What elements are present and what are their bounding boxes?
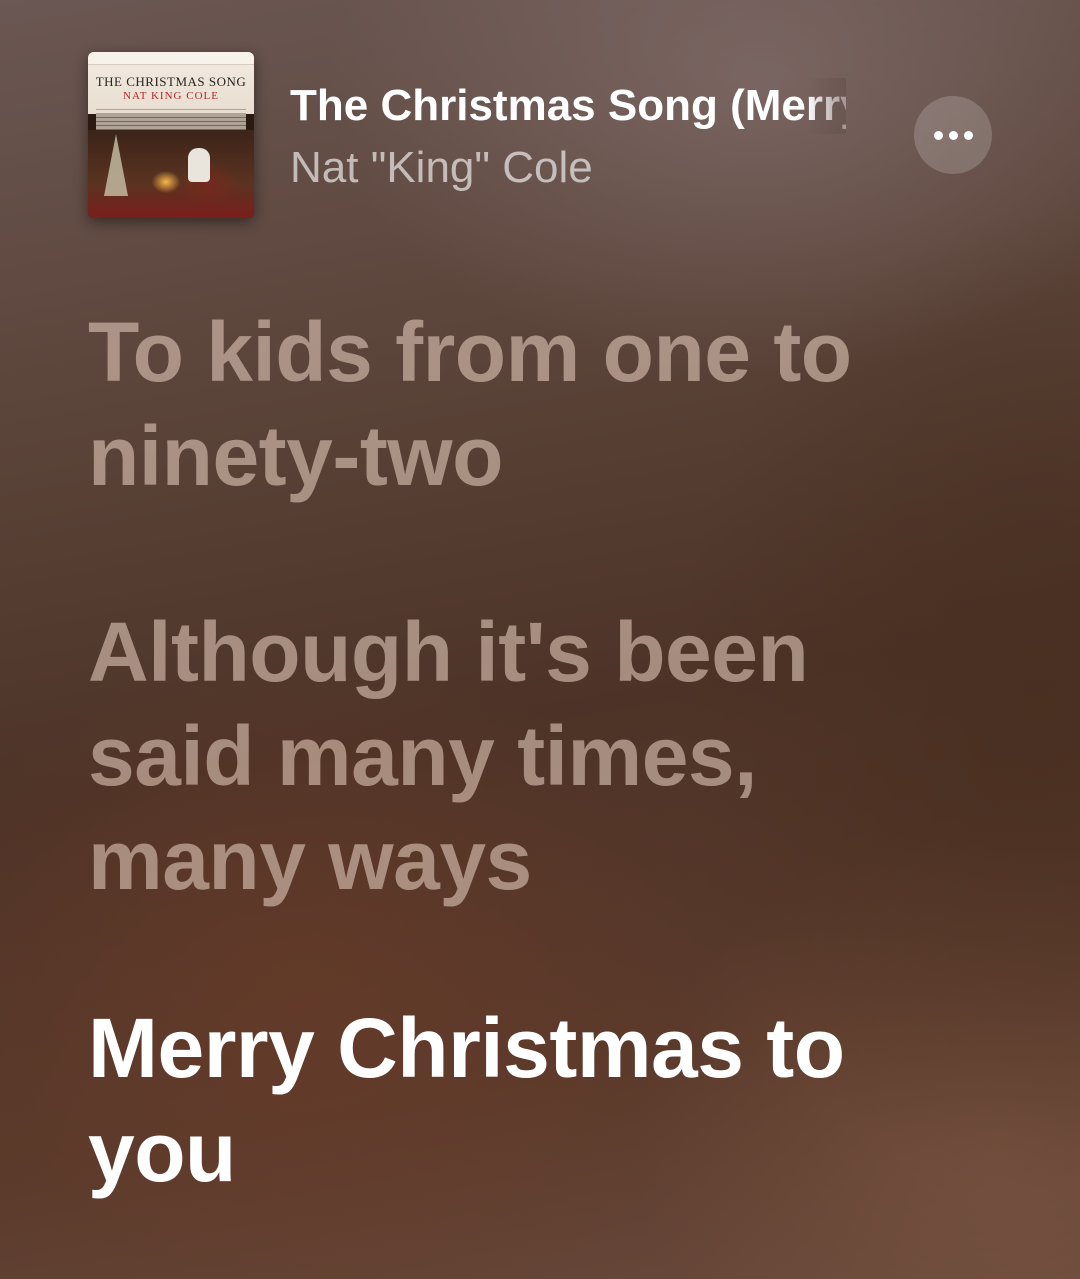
artwork-tree [104,134,128,196]
song-title[interactable]: The Christmas Song (Merry Christmas To Y… [290,78,846,134]
lyric-line[interactable]: Although it's been said many times, many… [88,600,988,912]
album-artwork[interactable]: The Christmas Song Nat King Cole [88,52,254,218]
artwork-title: The Christmas Song [95,74,247,89]
ellipsis-icon [933,130,973,140]
artwork-banner: The Christmas Song Nat King Cole [88,52,254,114]
lyric-line[interactable]: To kids from one to ninety-two [88,300,988,508]
song-artist[interactable]: Nat "King" Cole [290,140,593,196]
artwork-figure [188,148,210,182]
artwork-photo [88,130,254,218]
lyric-line-current[interactable]: Merry Christmas to you [88,996,988,1204]
artwork-topline [88,52,254,65]
artwork-tracklist [96,106,246,130]
now-playing-header: The Christmas Song Nat King Cole The Chr… [0,0,1080,240]
more-options-button[interactable] [914,96,992,174]
artwork-artist: Nat King Cole [123,90,219,102]
